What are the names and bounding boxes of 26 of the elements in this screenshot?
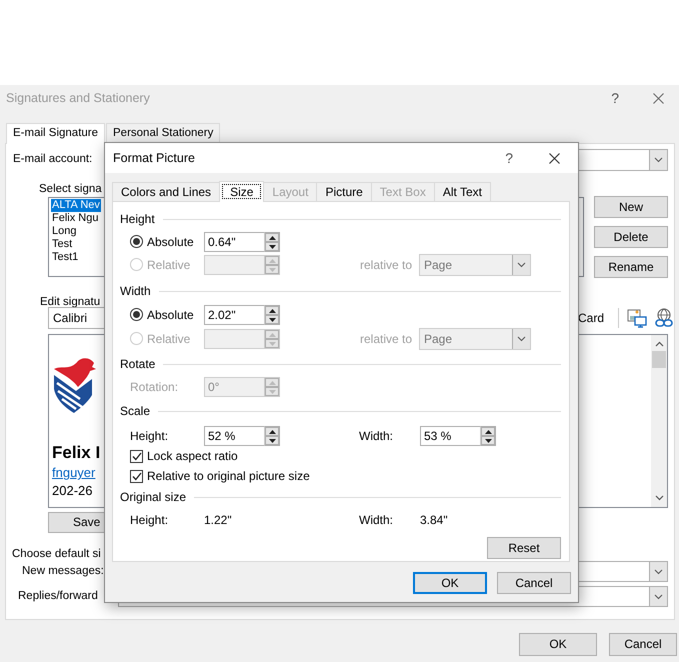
dialog-title: Format Picture [113,150,195,166]
field-label: Width: [359,512,394,528]
field-label: relative to [360,332,414,346]
section-heading: Scale [120,404,150,419]
radio-label: Relative [147,258,190,272]
field-label: Width: [359,428,394,444]
section-label: Choose default si [12,548,101,562]
field-label: Rotation: [130,380,180,394]
value-text: 3.84" [420,512,448,528]
radio-label: Relative [147,332,190,346]
section-heading: Height [120,212,155,227]
section-heading: Rotate [120,357,156,372]
value-text: 1.22" [204,512,233,528]
field-label: New messages: [22,564,104,578]
field-label: Edit signatu [40,296,100,310]
signature-name: Felix I [52,443,100,464]
tab: Layout [263,182,318,201]
section-heading: Original size [120,490,186,505]
field-label: Replies/forward [18,590,98,604]
window-title: Signatures and Stationery [6,90,150,106]
phone-number: 202-26 [52,482,92,499]
field-label: Height: [130,428,170,444]
field-label: Select signa [39,183,102,197]
field-label: Height: [130,512,170,528]
field-label: relative to [360,258,414,272]
section-heading: Width [120,284,151,299]
